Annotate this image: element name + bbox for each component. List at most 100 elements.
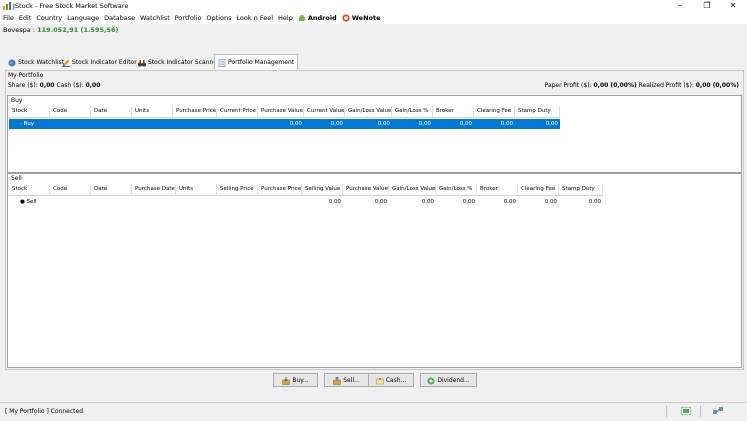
buy-col-purchase-price[interactable]: Purchase Price [173, 106, 217, 117]
buy-col-gain-loss-pct[interactable]: Gain/Loss % [392, 106, 433, 117]
tab-stock-indicator-scanner[interactable]: Stock Indicator Scanner [135, 56, 222, 69]
status-separator [666, 406, 667, 418]
sell-row-gain-loss-value: 0,00 [421, 199, 434, 205]
sell-col-stock[interactable]: Stock [9, 184, 50, 195]
share-cash-summary: Share ($): 0,00 Cash ($): 0,00 [8, 82, 100, 89]
menu-options[interactable]: Options [206, 12, 231, 24]
menu-android-label: Android [307, 14, 337, 22]
paper-profit-label: Paper Profit ($): [544, 82, 592, 89]
sell-col-broker[interactable]: Broker [477, 184, 518, 195]
sell-col-selling-value[interactable]: Selling Value [302, 184, 343, 195]
sell-button[interactable]: Sell... [324, 373, 369, 387]
buy-col-purchase-value[interactable]: Purchase Value [258, 106, 304, 117]
close-button[interactable]: ✕ [722, 0, 744, 12]
sell-summary-row[interactable]: ● Sell 0,00 0,00 0,00 0,00 0,00 0,00 0,0… [9, 197, 603, 207]
buy-table-header: Stock Code Date Units Purchase Price Cur… [9, 106, 560, 118]
connection-status-icon [681, 407, 691, 415]
buy-row-stock-label: Buy [23, 121, 35, 127]
menu-file[interactable]: File [3, 12, 14, 24]
tab-stock-indicator-editor[interactable]: Stock Indicator Editor [59, 56, 140, 69]
sell-col-purchase-value[interactable]: Purchase Value [343, 184, 389, 195]
network-icon[interactable] [713, 407, 723, 415]
menu-edit[interactable]: Edit [19, 12, 32, 24]
buy-row-stock: · Buy [17, 119, 57, 129]
profit-summary: Paper Profit ($): 0,00 (0,00%) Realized … [545, 82, 739, 89]
action-button-bar: Buy... Sell... Cash... Dividend... [0, 373, 747, 389]
buy-col-current-price[interactable]: Current Price [217, 106, 258, 117]
sell-row-clearing-fee: 0,00 [544, 199, 557, 205]
sell-col-purchase-price[interactable]: Purchase Price [258, 184, 302, 195]
maximize-button[interactable]: ❐ [696, 0, 718, 12]
menu-portfolio[interactable]: Portfolio [175, 12, 202, 24]
globe-icon [8, 59, 16, 66]
menu-language[interactable]: Language [67, 12, 99, 24]
market-index-value: 119.052,91 (1.595,56) [37, 26, 119, 34]
buy-col-broker[interactable]: Broker [433, 106, 474, 117]
buy-col-gain-loss-value[interactable]: Gain/Loss Value [345, 106, 392, 117]
sell-col-units[interactable]: Units [176, 184, 217, 195]
buy-row-gain-loss-pct: 0,00 [418, 121, 431, 127]
sell-col-date[interactable]: Date [91, 184, 132, 195]
menu-wenote[interactable]: WeNote [342, 12, 381, 24]
tab-portfolio-management[interactable]: Portfolio Management [214, 54, 299, 70]
title-bar: JStock - Free Stock Market Software – ❐ … [0, 0, 747, 12]
buy-col-clearing-fee[interactable]: Clearing Fee [474, 106, 515, 117]
binoculars-icon [138, 59, 146, 66]
sell-row-selling-value: 0,00 [328, 199, 341, 205]
buy-icon [282, 376, 291, 385]
menu-watchlist[interactable]: Watchlist [140, 12, 170, 24]
status-separator [700, 406, 701, 418]
sell-col-selling-price[interactable]: Selling Price [217, 184, 258, 195]
menu-wenote-label: WeNote [351, 14, 381, 22]
sell-col-clearing-fee[interactable]: Clearing Fee [518, 184, 559, 195]
tab-label: Portfolio Management [228, 59, 295, 66]
menu-look-n-feel[interactable]: Look n Feel [236, 12, 273, 24]
tab-label: Stock Indicator Editor [72, 59, 137, 66]
menu-help[interactable]: Help [278, 12, 293, 24]
sell-col-gain-loss-pct[interactable]: Gain/Loss % [436, 184, 477, 195]
sell-col-purchase-date[interactable]: Purchase Date [132, 184, 176, 195]
menu-database[interactable]: Database [104, 12, 135, 24]
expand-icon[interactable]: · [20, 121, 22, 127]
buy-row-purchase-value: 0,00 [289, 121, 302, 127]
buy-col-date[interactable]: Date [91, 106, 132, 117]
cash-button[interactable]: Cash... [368, 373, 414, 387]
sell-col-stamp-duty[interactable]: Stamp Duty [559, 184, 603, 195]
tab-label: Stock Watchlist [18, 59, 65, 66]
buy-summary-row[interactable]: · Buy 0,00 0,00 0,00 0,00 0,00 0,00 0,00 [9, 119, 560, 129]
buy-row-current-value: 0,00 [330, 121, 343, 127]
buy-table: Stock Code Date Units Purchase Price Cur… [9, 106, 560, 170]
share-value: 0,00 [39, 82, 55, 89]
wenote-icon [342, 14, 350, 22]
menu-android[interactable]: Android [298, 12, 337, 24]
android-icon [298, 15, 305, 21]
share-label: Share ($): [8, 82, 38, 89]
portfolio-title: My Portfolio [8, 72, 44, 79]
dividend-button[interactable]: Dividend... [420, 373, 477, 387]
realized-profit-label: Realized Profit ($): [638, 82, 694, 89]
sell-row-broker: 0,00 [503, 199, 516, 205]
buy-section: Buy Stock Code Date Units Purchase Price… [7, 95, 742, 173]
document-icon [218, 58, 226, 67]
buy-col-stock[interactable]: Stock [9, 106, 50, 117]
buy-row-broker: 0,00 [459, 121, 472, 127]
sell-section: Sell Stock Code Date Purchase Date Units… [7, 173, 742, 368]
buy-col-stamp-duty[interactable]: Stamp Duty [515, 106, 560, 117]
tab-stock-watchlist[interactable]: Stock Watchlist [5, 56, 67, 69]
buy-button[interactable]: Buy... [273, 373, 318, 387]
sell-col-gain-loss-value[interactable]: Gain/Loss Value [389, 184, 436, 195]
buy-col-units[interactable]: Units [132, 106, 173, 117]
sell-row-gain-loss-pct: 0,00 [462, 199, 475, 205]
sell-col-code[interactable]: Code [50, 184, 91, 195]
market-index: Bovespa : 119.052,91 (1.595,56) [3, 26, 119, 34]
buy-col-code[interactable]: Code [50, 106, 91, 117]
dividend-button-label: Dividend... [437, 377, 470, 384]
minimize-button[interactable]: – [669, 0, 691, 12]
buy-row-gain-loss-value: 0,00 [377, 121, 390, 127]
expand-icon[interactable]: ● [20, 199, 25, 205]
dividend-icon [427, 377, 435, 384]
menu-country[interactable]: Country [36, 12, 62, 24]
buy-col-current-value[interactable]: Current Value [304, 106, 345, 117]
tab-label: Stock Indicator Scanner [148, 59, 220, 66]
cash-button-label: Cash... [385, 377, 407, 384]
